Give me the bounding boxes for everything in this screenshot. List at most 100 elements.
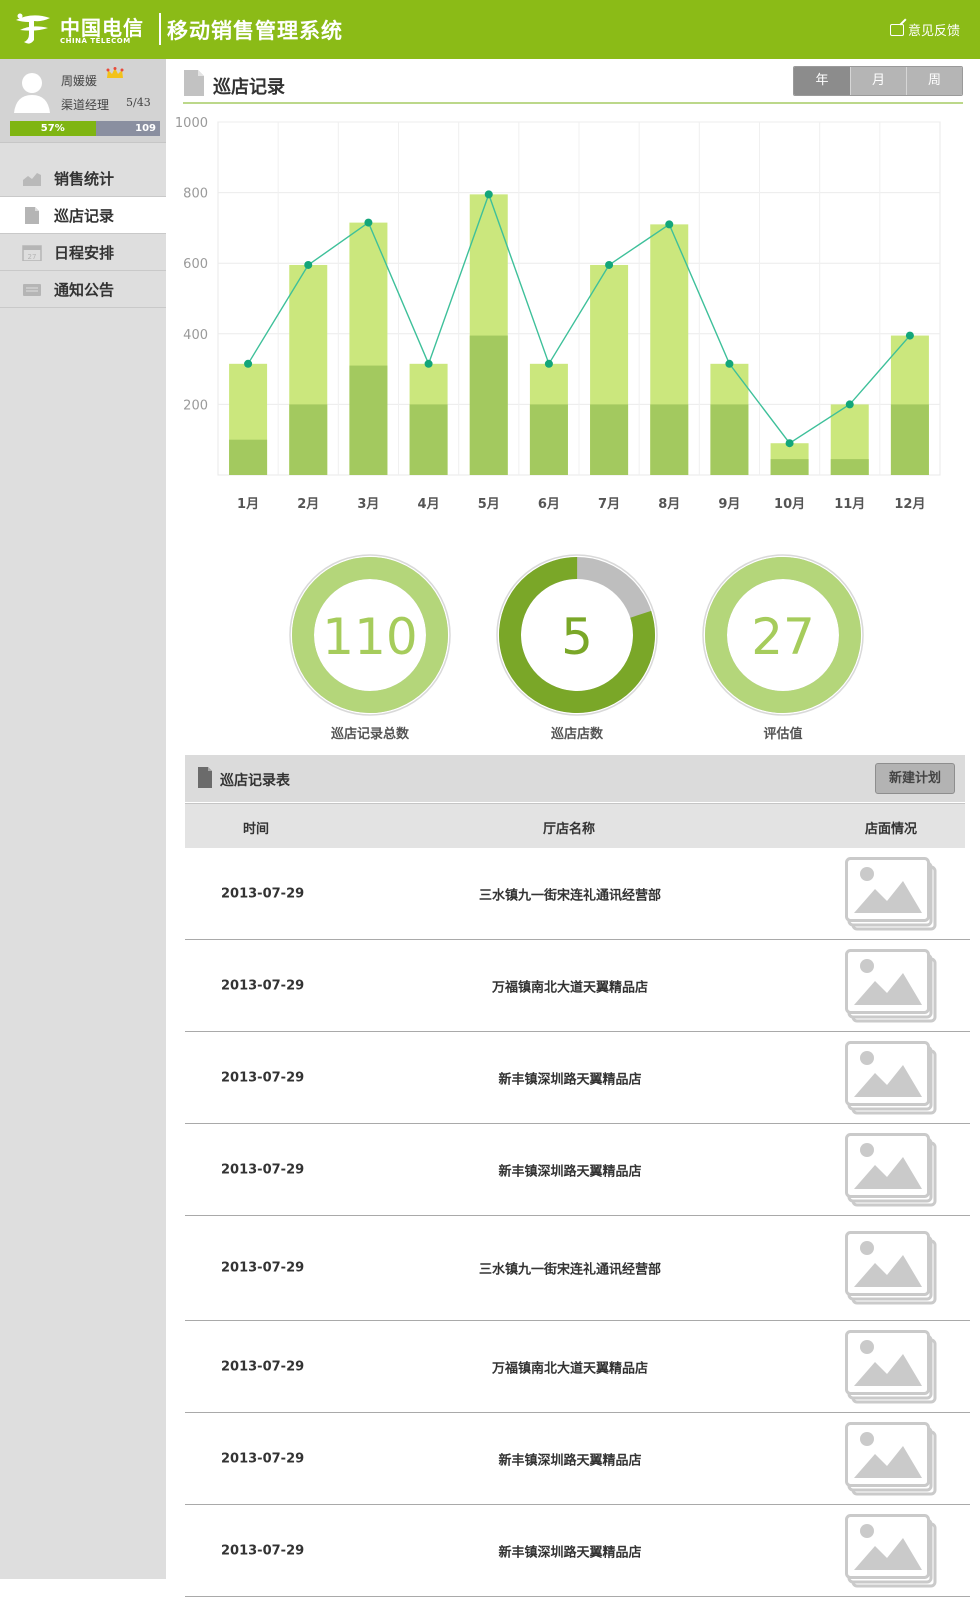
section-header: 巡店记录 年 月 周: [183, 64, 963, 104]
new-plan-button[interactable]: 新建计划: [875, 763, 955, 794]
table-row[interactable]: 2013-07-29 万福镇南北大道天翼精品店: [185, 940, 970, 1032]
sidebar-item-label: 通知公告: [54, 280, 115, 299]
row-store-name: 三水镇九一街宋连礼通讯经营部: [478, 1262, 661, 1278]
table-row[interactable]: 2013-07-29 新丰镇深圳路天翼精品店: [185, 1413, 970, 1505]
x-tick-label: 12月: [894, 497, 925, 512]
line-point: [605, 260, 614, 269]
table-title: 巡店记录表: [220, 773, 290, 789]
period-switch: 年 月 周: [793, 66, 963, 96]
table-row[interactable]: 2013-07-29 新丰镇深圳路天翼精品店: [185, 1124, 970, 1216]
x-tick-label: 2月: [297, 497, 319, 512]
bar-lower: [349, 365, 388, 475]
bar-lower: [289, 404, 328, 475]
document-icon: [198, 767, 212, 788]
row-date: 2013-07-29: [221, 1359, 305, 1374]
ring-gauge: 5: [496, 554, 658, 716]
row-store-name: 三水镇九一街宋连礼通讯经营部: [478, 888, 661, 903]
page-title: 巡店记录: [213, 77, 285, 98]
table-row[interactable]: 2013-07-29 三水镇九一街宋连礼通讯经营部: [185, 1216, 970, 1321]
store-photo-icon[interactable]: [845, 948, 937, 1023]
stat-value: 110: [322, 608, 417, 666]
row-date: 2013-07-29: [221, 886, 305, 901]
crown-icon: [106, 67, 124, 78]
feedback-button[interactable]: 意见反馈: [889, 20, 960, 39]
x-tick-label: 5月: [478, 497, 500, 512]
row-store-name: 新丰镇深圳路天翼精品店: [498, 1453, 642, 1468]
bar-lower: [529, 404, 568, 475]
table-row[interactable]: 2013-07-29 新丰镇深圳路天翼精品店: [185, 1505, 970, 1597]
stat-total-records: 110 巡店记录总数: [285, 550, 455, 742]
line-point: [785, 439, 794, 448]
stat-store-count: 5 巡店店数: [492, 550, 662, 742]
top-bar: 中国电信 CHINA TELECOM 移动销售管理系统 意见反馈: [0, 0, 980, 59]
bar-lower: [770, 459, 809, 475]
sidebar-item-label: 巡店记录: [54, 206, 115, 225]
row-store-name: 新丰镇深圳路天翼精品店: [498, 1072, 642, 1087]
table-row[interactable]: 2013-07-29 万福镇南北大道天翼精品店: [185, 1321, 970, 1413]
sidebar-item-store-visits[interactable]: 巡店记录: [0, 197, 166, 234]
x-tick-label: 4月: [418, 497, 440, 512]
stat-value: 27: [751, 608, 815, 666]
china-telecom-logo-icon: [16, 13, 50, 44]
row-date: 2013-07-29: [221, 1162, 305, 1177]
line-point: [484, 190, 493, 199]
bar-lower: [890, 404, 929, 475]
edit-icon: [889, 23, 904, 36]
column-header-time: 时间: [243, 822, 270, 837]
bar-lower: [830, 459, 869, 475]
y-tick-label: 800: [183, 187, 208, 202]
stat-label: 评估值: [763, 727, 803, 742]
row-date: 2013-07-29: [221, 1451, 305, 1466]
sidebar-item-schedule[interactable]: 27 日程安排: [0, 234, 166, 271]
store-photo-icon[interactable]: [845, 1231, 937, 1305]
stats-rings: 110 巡店记录总数 5 巡店店数 27 评估值: [180, 550, 960, 742]
row-store-name: 万福镇南北大道天翼精品店: [491, 1361, 648, 1376]
ring-gauge: 110: [289, 554, 451, 716]
store-photo-icon[interactable]: [845, 856, 937, 931]
table-row[interactable]: 2013-07-29 新丰镇深圳路天翼精品店: [185, 1032, 970, 1124]
y-tick-label: 1000: [175, 116, 208, 131]
table-header: 时间 厅店名称 店面情况: [185, 803, 965, 848]
row-date: 2013-07-29: [221, 1260, 305, 1276]
store-photo-icon[interactable]: [845, 1421, 937, 1496]
tab-week[interactable]: 周: [906, 67, 962, 95]
y-tick-label: 600: [183, 257, 208, 272]
y-tick-label: 400: [183, 328, 208, 343]
line-point: [845, 400, 854, 409]
tab-year[interactable]: 年: [794, 67, 850, 95]
line-point: [905, 331, 914, 340]
sidebar-nav: 销售统计 巡店记录 27 日程安排 通知公告: [0, 160, 166, 308]
user-role: 渠道经理: [61, 98, 110, 112]
store-photo-icon[interactable]: [845, 1513, 937, 1588]
row-store-name: 新丰镇深圳路天翼精品店: [498, 1164, 642, 1179]
line-point: [544, 359, 553, 368]
line-point: [665, 220, 674, 229]
sales-progress-bar: 57% 109: [10, 121, 160, 136]
sidebar-item-sales-stats[interactable]: 销售统计: [0, 160, 166, 197]
progress-total: 109: [135, 123, 156, 134]
sidebar: 周媛媛 渠道经理 5/43 57% 109 销售统计 巡店记录 27 日程安排 …: [0, 59, 166, 1579]
app-title: 移动销售管理系统: [167, 19, 343, 43]
store-visits-chart: 200 400 600 800 1000 1月 2月 3月 4月 5月 6月 7月 8月 9月 10月 11月…: [175, 116, 941, 512]
table-body: 2013-07-29 三水镇九一街宋连礼通讯经营部 2013-07-29 万福镇南北大…: [185, 848, 970, 1597]
x-tick-label: 7月: [598, 497, 620, 512]
line-point: [725, 359, 734, 368]
row-date: 2013-07-29: [221, 978, 305, 993]
tab-month[interactable]: 月: [850, 67, 906, 95]
bar-lower: [469, 335, 508, 475]
bar-lower: [409, 404, 448, 475]
row-date: 2013-07-29: [221, 1070, 305, 1085]
x-tick-label: 11月: [834, 497, 865, 512]
table-row[interactable]: 2013-07-29 三水镇九一街宋连礼通讯经营部: [185, 848, 970, 940]
store-photo-icon[interactable]: [845, 1132, 937, 1207]
progress-percent: 57%: [40, 123, 65, 134]
user-rank: 5/43: [126, 96, 151, 109]
line-point: [304, 260, 313, 269]
store-photo-icon[interactable]: [845, 1040, 937, 1115]
x-tick-label: 10月: [774, 497, 805, 512]
bar-lower: [229, 439, 268, 475]
sidebar-item-notices[interactable]: 通知公告: [0, 271, 166, 308]
x-tick-label: 1月: [237, 497, 259, 512]
store-photo-icon[interactable]: [845, 1329, 937, 1404]
calendar-icon: 27: [22, 244, 42, 261]
